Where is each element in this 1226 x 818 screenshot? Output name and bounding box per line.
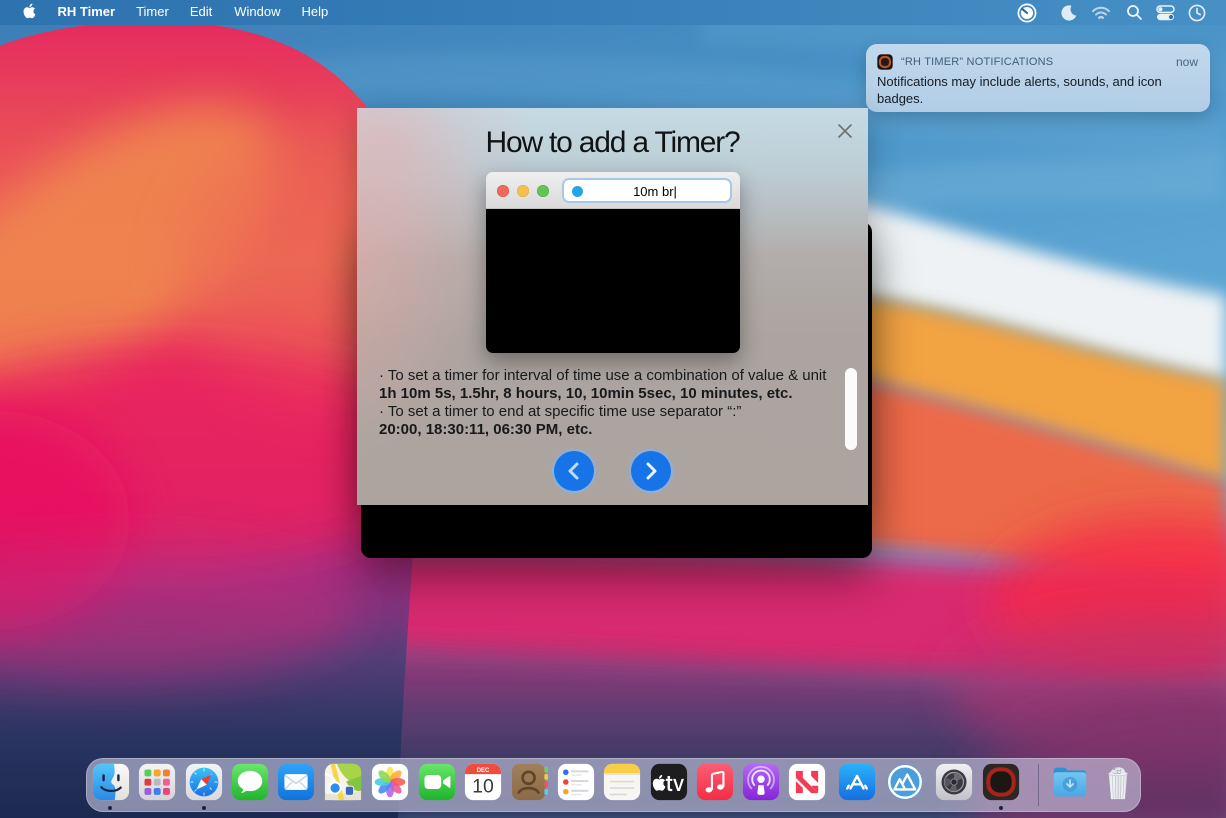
svg-text:DEC: DEC [477, 768, 490, 774]
svg-text:10: 10 [472, 776, 494, 798]
